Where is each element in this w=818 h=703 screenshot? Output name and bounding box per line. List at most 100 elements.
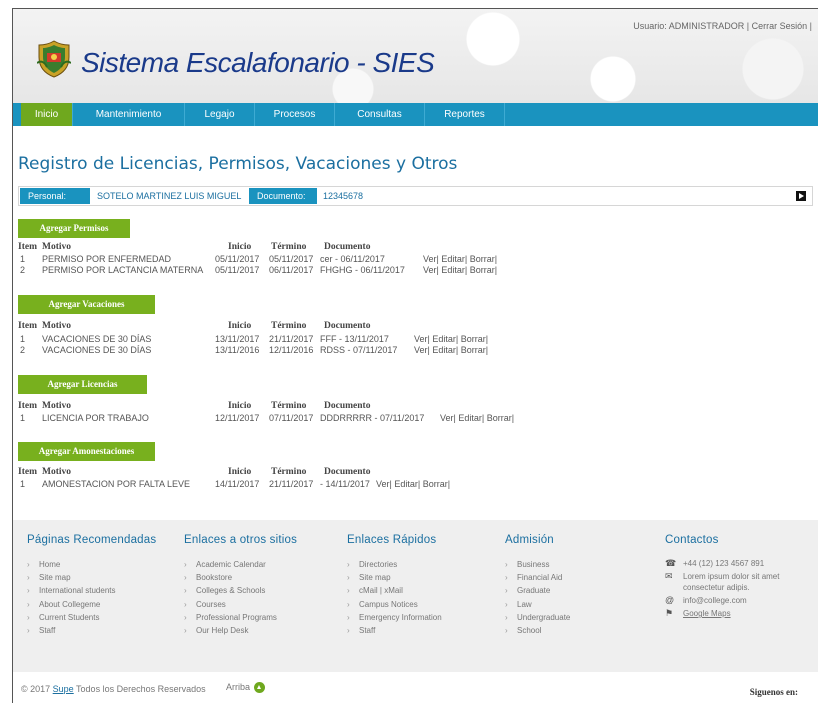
footer-link[interactable]: Current Students bbox=[27, 611, 156, 624]
supe-link[interactable]: Supe bbox=[53, 684, 74, 694]
google-maps-link[interactable]: Google Maps bbox=[683, 609, 731, 618]
documento-label: Documento: bbox=[249, 188, 317, 204]
table-row: 1 VACACIONES DE 30 DÍAS 13/11/2017 21/11… bbox=[18, 334, 518, 345]
phone-icon: ☎ bbox=[665, 558, 677, 568]
ver-link[interactable]: Ver| bbox=[414, 334, 430, 344]
footer-link[interactable]: Directories bbox=[347, 558, 442, 571]
footer-link[interactable]: Home bbox=[27, 558, 156, 571]
borrar-link[interactable]: Borrar| bbox=[470, 265, 497, 275]
agregar-vacaciones-button[interactable]: Agregar Vacaciones bbox=[18, 295, 155, 314]
row-motivo: VACACIONES DE 30 DÍAS bbox=[42, 345, 152, 355]
borrar-link[interactable]: Borrar| bbox=[461, 345, 488, 355]
footer-link[interactable]: School bbox=[505, 624, 570, 637]
footer-link[interactable]: Law bbox=[505, 598, 570, 611]
footer-link[interactable]: Our Help Desk bbox=[184, 624, 297, 637]
row-item: 1 bbox=[20, 479, 26, 489]
row-inicio: 13/11/2017 bbox=[215, 334, 260, 344]
table-header: Item Motivo Inicio Término Documento bbox=[18, 321, 418, 333]
agregar-permisos-button[interactable]: Agregar Permisos bbox=[18, 219, 130, 238]
ver-link[interactable]: Ver| bbox=[440, 413, 456, 423]
footer-link[interactable]: Campus Notices bbox=[347, 598, 442, 611]
footer-link[interactable]: Site map bbox=[27, 571, 156, 584]
row-actions: Ver| Editar| Borrar| bbox=[423, 265, 497, 275]
logout-link[interactable]: Cerrar Sesión bbox=[752, 21, 808, 31]
email-text[interactable]: info@college.com bbox=[683, 596, 747, 605]
nav-reportes[interactable]: Reportes bbox=[425, 103, 505, 126]
footer-link[interactable]: Business bbox=[505, 558, 570, 571]
footer-heading: Contactos bbox=[665, 534, 719, 546]
footer-link[interactable]: Bookstore bbox=[184, 571, 297, 584]
footer-link[interactable]: Emergency Information bbox=[347, 611, 442, 624]
footer-link[interactable]: Professional Programs bbox=[184, 611, 297, 624]
footer-link[interactable]: International students bbox=[27, 584, 156, 597]
table-header: Item Motivo Inicio Término Documento bbox=[18, 242, 418, 254]
col-item: Item bbox=[18, 242, 37, 252]
arriba-label: Arriba bbox=[226, 682, 251, 692]
nav-procesos[interactable]: Procesos bbox=[255, 103, 335, 126]
ver-link[interactable]: Ver| bbox=[423, 265, 439, 275]
footer-link[interactable]: Graduate bbox=[505, 584, 570, 597]
nav-consultas[interactable]: Consultas bbox=[335, 103, 425, 126]
ver-link[interactable]: Ver| bbox=[414, 345, 430, 355]
borrar-link[interactable]: Borrar| bbox=[487, 413, 514, 423]
agregar-amonestaciones-button[interactable]: Agregar Amonestaciones bbox=[18, 442, 155, 461]
separator: | bbox=[809, 21, 812, 31]
col-termino: Término bbox=[271, 321, 307, 331]
footer-link[interactable]: Courses bbox=[184, 598, 297, 611]
footer-link[interactable]: About Collegeme bbox=[27, 598, 156, 611]
row-termino: 05/11/2017 bbox=[269, 254, 314, 264]
row-documento: cer - 06/11/2017 bbox=[320, 254, 385, 264]
borrar-link[interactable]: Borrar| bbox=[461, 334, 488, 344]
footer-heading: Enlaces a otros sitios bbox=[184, 534, 298, 546]
footer-link[interactable]: cMail | xMail bbox=[347, 584, 442, 597]
bottom-bar: © 2017 Supe Todos los Derechos Reservado… bbox=[13, 672, 818, 703]
row-inicio: 13/11/2016 bbox=[215, 345, 260, 355]
borrar-link[interactable]: Borrar| bbox=[423, 479, 450, 489]
footer-link[interactable]: Site map bbox=[347, 571, 442, 584]
col-documento: Documento bbox=[324, 467, 371, 477]
row-documento: DDDRRRRR - 07/11/2017 bbox=[320, 413, 425, 423]
nav-inicio[interactable]: Inicio bbox=[21, 103, 73, 126]
editar-link[interactable]: Editar| bbox=[432, 334, 458, 344]
editar-link[interactable]: Editar| bbox=[458, 413, 484, 423]
row-item: 1 bbox=[20, 413, 26, 423]
row-termino: 12/11/2016 bbox=[269, 345, 314, 355]
footer-link[interactable]: Financial Aid bbox=[505, 571, 570, 584]
table-row: 1 PERMISO POR ENFERMEDAD 05/11/2017 05/1… bbox=[18, 254, 518, 265]
editar-link[interactable]: Editar| bbox=[441, 265, 467, 275]
editar-link[interactable]: Editar| bbox=[394, 479, 420, 489]
ver-link[interactable]: Ver| bbox=[376, 479, 392, 489]
footer-link[interactable]: Staff bbox=[347, 624, 442, 637]
footer-link[interactable]: Staff bbox=[27, 624, 156, 637]
site-title: Sistema Escalafonario - SIES bbox=[81, 47, 435, 78]
back-to-top[interactable]: Arriba bbox=[226, 682, 266, 694]
nav-mantenimiento[interactable]: Mantenimiento bbox=[73, 103, 185, 126]
copyright: © 2017 Supe Todos los Derechos Reservado… bbox=[21, 684, 206, 694]
footer-link[interactable]: Undergraduate bbox=[505, 611, 570, 624]
table-row: 2 PERMISO POR LACTANCIA MATERNA 05/11/20… bbox=[18, 265, 518, 276]
footer-link[interactable]: Colleges & Schools bbox=[184, 584, 297, 597]
person-bar: Personal: SOTELO MARTINEZ LUIS MIGUEL Do… bbox=[18, 186, 813, 206]
play-icon[interactable] bbox=[796, 191, 806, 201]
footer-link[interactable]: Academic Calendar bbox=[184, 558, 297, 571]
phone-text: +44 (12) 123 4567 891 bbox=[683, 559, 765, 568]
col-motivo: Motivo bbox=[42, 321, 72, 331]
editar-link[interactable]: Editar| bbox=[441, 254, 467, 264]
contact-email: @ info@college.com bbox=[665, 595, 815, 606]
col-documento: Documento bbox=[324, 242, 371, 252]
row-actions: Ver| Editar| Borrar| bbox=[440, 413, 514, 423]
envelope-icon: ✉ bbox=[665, 571, 673, 581]
editar-link[interactable]: Editar| bbox=[432, 345, 458, 355]
col-motivo: Motivo bbox=[42, 242, 72, 252]
siguenos-label: Siguenos en: bbox=[749, 687, 798, 697]
address-text: Lorem ipsum dolor sit amet consectetur a… bbox=[683, 572, 780, 592]
borrar-link[interactable]: Borrar| bbox=[470, 254, 497, 264]
agregar-licencias-button[interactable]: Agregar Licencias bbox=[18, 375, 147, 394]
arrow-up-icon bbox=[254, 682, 266, 694]
col-item: Item bbox=[18, 321, 37, 331]
ver-link[interactable]: Ver| bbox=[423, 254, 439, 264]
nav-legajo[interactable]: Legajo bbox=[185, 103, 255, 126]
contact-phone: ☎ +44 (12) 123 4567 891 bbox=[665, 558, 815, 569]
row-actions: Ver| Editar| Borrar| bbox=[414, 345, 488, 355]
row-inicio: 05/11/2017 bbox=[215, 254, 260, 264]
